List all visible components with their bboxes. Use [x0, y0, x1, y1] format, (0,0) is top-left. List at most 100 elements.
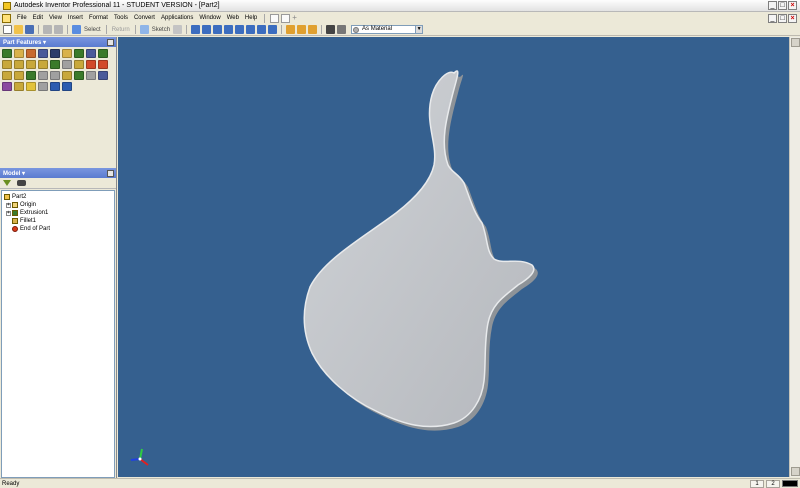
- move-face-tool-icon[interactable]: [50, 60, 60, 69]
- insert-ifeature-icon[interactable]: [50, 82, 60, 91]
- binoculars-icon[interactable]: [17, 180, 26, 186]
- mirror-tool-icon[interactable]: [38, 71, 48, 80]
- document-icon[interactable]: [2, 13, 11, 23]
- thread-tool-icon[interactable]: [98, 49, 108, 58]
- face-draft-tool-icon[interactable]: [26, 60, 36, 69]
- decal-tool-icon[interactable]: [26, 82, 36, 91]
- help-tool-icon[interactable]: [270, 13, 280, 23]
- color-icon[interactable]: [337, 25, 347, 34]
- chamfer-tool-icon[interactable]: [14, 60, 24, 69]
- sculpt-tool-icon[interactable]: [98, 71, 108, 80]
- part-features-header[interactable]: Part Features ▾: [0, 37, 116, 47]
- shell-tool-icon[interactable]: [38, 49, 48, 58]
- copy-object-tool-icon[interactable]: [62, 60, 72, 69]
- zoom-window-icon[interactable]: [202, 25, 212, 34]
- graphics-viewport[interactable]: [118, 37, 789, 477]
- filter-icon[interactable]: [3, 180, 11, 186]
- thicken-tool-icon[interactable]: [62, 71, 72, 80]
- extrude-tool-icon[interactable]: [2, 49, 12, 58]
- promote-tool-icon[interactable]: [62, 82, 72, 91]
- doc-close-button[interactable]: ×: [788, 13, 797, 23]
- menu-window[interactable]: Window: [196, 15, 223, 21]
- scroll-down-icon[interactable]: [791, 467, 800, 476]
- zoom-icon[interactable]: [213, 25, 223, 34]
- menu-applications[interactable]: Applications: [158, 15, 196, 21]
- maximize-button[interactable]: □: [778, 1, 787, 10]
- close-button[interactable]: ×: [788, 1, 797, 10]
- revolve-tool-icon[interactable]: [14, 49, 24, 58]
- expand-icon[interactable]: +: [6, 202, 11, 208]
- camera-icon[interactable]: [308, 25, 318, 34]
- doc-minimize-button[interactable]: _: [768, 13, 777, 23]
- viewport-scrollbar[interactable]: [789, 37, 800, 477]
- work-plane-tool-icon[interactable]: [74, 60, 84, 69]
- tree-item-end-of-part[interactable]: End of Part: [4, 225, 112, 233]
- panel-options-icon[interactable]: [107, 38, 114, 46]
- update-icon[interactable]: [173, 25, 183, 34]
- add-tool-icon[interactable]: +: [292, 13, 301, 23]
- chevron-down-icon[interactable]: ▼: [415, 26, 423, 33]
- patch-tool-icon[interactable]: [2, 82, 12, 91]
- redo-icon[interactable]: [54, 25, 63, 34]
- circular-pattern-icon[interactable]: [26, 71, 36, 80]
- ucs-tool-icon[interactable]: [2, 71, 12, 80]
- loft-tool-icon[interactable]: [62, 49, 72, 58]
- emboss-tool-icon[interactable]: [14, 82, 24, 91]
- menu-format[interactable]: Format: [86, 15, 111, 21]
- analysis-icon[interactable]: [326, 25, 336, 34]
- look-at-icon[interactable]: [257, 25, 267, 34]
- tree-item-extrusion[interactable]: + Extrusion1: [4, 209, 112, 217]
- open-icon[interactable]: [14, 25, 23, 34]
- previous-view-icon[interactable]: [268, 25, 278, 34]
- guitar-body-model[interactable]: [118, 37, 789, 477]
- menu-view[interactable]: View: [46, 15, 65, 21]
- new-icon[interactable]: [3, 25, 12, 34]
- rib-tool-icon[interactable]: [50, 49, 60, 58]
- menu-edit[interactable]: Edit: [30, 15, 46, 21]
- menu-file[interactable]: File: [14, 15, 30, 21]
- shadow-icon[interactable]: [297, 25, 307, 34]
- save-icon[interactable]: [25, 25, 34, 34]
- menu-help[interactable]: Help: [242, 15, 260, 21]
- menu-convert[interactable]: Convert: [131, 15, 158, 21]
- display-mode-icon[interactable]: [286, 25, 296, 34]
- coil-tool-icon[interactable]: [86, 49, 96, 58]
- menu-web[interactable]: Web: [224, 15, 242, 21]
- menu-insert[interactable]: Insert: [65, 15, 86, 21]
- sketch-icon[interactable]: [139, 25, 149, 34]
- work-point-tool-icon[interactable]: [98, 60, 108, 69]
- sketch-label[interactable]: Sketch: [150, 27, 172, 33]
- tree-item-origin[interactable]: + Origin: [4, 201, 112, 209]
- return-label[interactable]: Return: [110, 27, 132, 33]
- rectangular-pattern-icon[interactable]: [14, 71, 24, 80]
- tree-item-part[interactable]: Part2: [4, 193, 112, 201]
- zoom-selected-icon[interactable]: [235, 25, 245, 34]
- sweep-tool-icon[interactable]: [74, 49, 84, 58]
- options-tool-icon[interactable]: [281, 13, 291, 23]
- derived-component-icon[interactable]: [50, 71, 60, 80]
- browser-options-icon[interactable]: [107, 169, 114, 177]
- doc-restore-button[interactable]: □: [778, 13, 787, 23]
- tree-item-fillet[interactable]: Fillet1: [4, 217, 112, 225]
- select-label[interactable]: Select: [82, 27, 103, 33]
- minimize-button[interactable]: _: [768, 1, 777, 10]
- rotate-icon[interactable]: [246, 25, 256, 34]
- fillet-tool-icon[interactable]: [2, 60, 12, 69]
- stitch-surface-icon[interactable]: [74, 71, 84, 80]
- menu-tools[interactable]: Tools: [111, 15, 131, 21]
- split-tool-icon[interactable]: [38, 60, 48, 69]
- expand-icon[interactable]: +: [6, 210, 11, 216]
- hole-tool-icon[interactable]: [26, 49, 36, 58]
- undo-icon[interactable]: [43, 25, 52, 34]
- material-select[interactable]: As Material ▼: [351, 25, 424, 34]
- select-icon[interactable]: [72, 25, 81, 34]
- trim-tool-icon[interactable]: [38, 82, 48, 91]
- scroll-up-icon[interactable]: [791, 38, 800, 47]
- work-axis-tool-icon[interactable]: [86, 60, 96, 69]
- pan-icon[interactable]: [224, 25, 234, 34]
- model-browser-header[interactable]: Model ▾: [0, 168, 116, 178]
- zoom-all-icon[interactable]: [191, 25, 201, 34]
- replace-face-icon[interactable]: [86, 71, 96, 80]
